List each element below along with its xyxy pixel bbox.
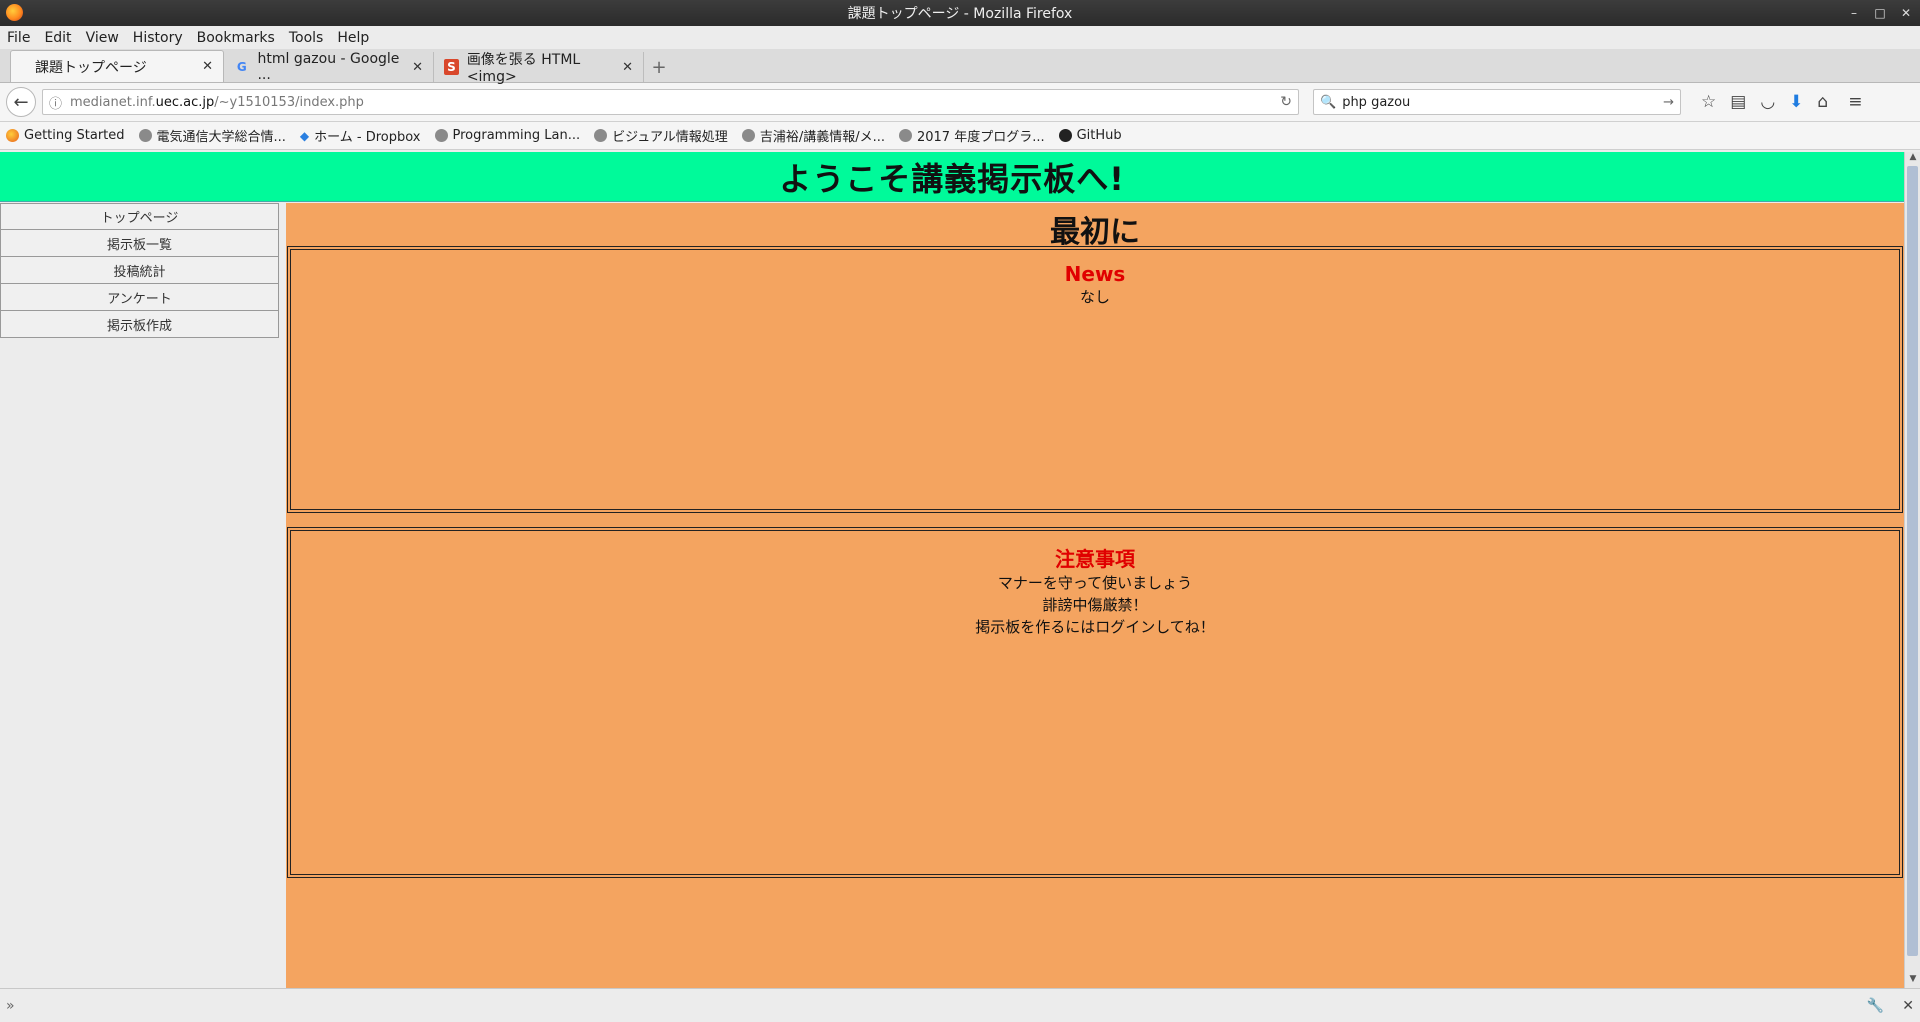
firefox-logo-icon [6, 4, 23, 21]
sidebar-item-survey[interactable]: アンケート [0, 284, 279, 311]
scrollbar-thumb[interactable] [1907, 166, 1918, 956]
window-controls: – □ ✕ [1846, 0, 1914, 26]
tab-label: 画像を張る HTML <img> [466, 52, 581, 85]
sidebar-item-create-board[interactable]: 掲示板作成 [0, 311, 279, 338]
menu-history[interactable]: History [133, 30, 183, 46]
sidebar-item-stats[interactable]: 投稿統計 [0, 257, 279, 284]
window-title: 課題トップページ - Mozilla Firefox [847, 6, 1073, 22]
tab-img-html[interactable]: S 画像を張る HTML <img> ✕ [434, 52, 644, 85]
news-title: News [1064, 262, 1126, 286]
tab-label: 課題トップページ [35, 59, 147, 76]
scroll-up-icon[interactable]: ▲ [1905, 152, 1920, 166]
tab-close-icon[interactable]: ✕ [202, 59, 213, 74]
sidebar-item-board-list[interactable]: 掲示板一覧 [0, 230, 279, 257]
bookmark-visual[interactable]: ビジュアル情報処理 [594, 126, 728, 145]
hamburger-menu-icon[interactable]: ≡ [1848, 92, 1862, 112]
menu-tools[interactable]: Tools [289, 30, 324, 46]
download-icon[interactable]: ⬇ [1789, 92, 1803, 112]
tab-close-icon[interactable]: ✕ [622, 60, 633, 75]
bookmark-2017[interactable]: 2017 年度プログラ... [898, 126, 1045, 145]
status-bar: » 🔧 ✕ [0, 988, 1920, 1022]
notes-line: マナーを守って使いましょう [997, 574, 1193, 592]
bookmark-programming[interactable]: Programming Lan... [434, 128, 580, 143]
menu-file[interactable]: File [7, 30, 30, 46]
bookmark-star-icon[interactable]: ☆ [1701, 92, 1716, 112]
search-go-icon[interactable]: → [1663, 95, 1674, 110]
close-window-icon[interactable]: ✕ [1898, 6, 1914, 20]
home-icon[interactable]: ⌂ [1817, 92, 1828, 112]
firefox-icon [6, 129, 19, 142]
notes-title: 注意事項 [1055, 547, 1135, 571]
reload-icon[interactable]: ↻ [1280, 94, 1292, 110]
reading-list-icon[interactable]: ▤ [1730, 92, 1746, 112]
page-scrollbar[interactable]: ▲ ▼ [1904, 152, 1920, 988]
main-panel: 最初に News なし 注意事項 マナーを守って使いましょう 誹謗中傷厳禁！ 掲… [286, 203, 1904, 988]
page-title: ようこそ講義掲示板へ! [779, 159, 1125, 198]
globe-icon [898, 129, 912, 142]
news-line: なし [1079, 288, 1110, 306]
sidebar: トップページ 掲示板一覧 投稿統計 アンケート 掲示板作成 [0, 203, 279, 338]
url-text: medianet.inf.uec.ac.jp/~y1510153/index.p… [70, 94, 364, 110]
globe-icon [138, 129, 152, 142]
menu-bookmarks[interactable]: Bookmarks [197, 30, 275, 46]
window-titlebar: 課題トップページ - Mozilla Firefox – □ ✕ [0, 0, 1920, 26]
bookmark-dropbox[interactable]: ◆ ホーム - Dropbox [299, 126, 421, 146]
url-bar[interactable]: ⓘ medianet.inf.uec.ac.jp/~y1510153/index… [42, 89, 1299, 115]
news-box: News なし [287, 246, 1903, 513]
globe-icon [741, 129, 755, 142]
search-icon: 🔍 [1320, 94, 1337, 110]
tab-google-search[interactable]: G html gazou - Google ... ✕ [224, 51, 434, 83]
tab-label: html gazou - Google ... [257, 51, 400, 83]
wrench-icon[interactable]: 🔧 [1867, 998, 1884, 1014]
close-bar-icon[interactable]: ✕ [1902, 998, 1914, 1014]
site-header: ようこそ講義掲示板へ! [0, 152, 1904, 202]
search-value: php gazou [1342, 94, 1411, 110]
bookmarks-toolbar: Getting Started 電気通信大学総合情... ◆ ホーム - Drop… [0, 122, 1920, 150]
bookmark-uec[interactable]: 電気通信大学総合情... [138, 126, 286, 145]
globe-icon [434, 129, 448, 142]
tab-close-icon[interactable]: ✕ [412, 60, 423, 75]
minimize-icon[interactable]: – [1846, 6, 1862, 20]
navigation-bar: ← ⓘ medianet.inf.uec.ac.jp/~y1510153/ind… [0, 83, 1920, 122]
notes-line: 掲示板を作るにはログインしてね！ [975, 618, 1215, 636]
site-favicon-icon: S [444, 59, 459, 75]
google-icon: G [236, 60, 247, 74]
site-info-icon[interactable]: ⓘ [49, 93, 62, 112]
toolbar-icons: ☆ ▤ ◡ ⬇ ⌂ ≡ [1701, 92, 1862, 112]
notes-line: 誹謗中傷厳禁！ [1042, 596, 1148, 614]
maximize-icon[interactable]: □ [1872, 6, 1888, 20]
bookmark-yoshiura[interactable]: 吉浦裕/講義情報/メ... [741, 126, 885, 145]
main-heading: 最初に [1050, 215, 1140, 250]
bookmark-getting-started[interactable]: Getting Started [6, 128, 125, 143]
menu-view[interactable]: View [86, 30, 119, 46]
menu-edit[interactable]: Edit [44, 30, 71, 46]
tab-kadai-top[interactable]: 課題トップページ ✕ [10, 50, 224, 82]
notes-box: 注意事項 マナーを守って使いましょう 誹謗中傷厳禁！ 掲示板を作るにはログインし… [287, 527, 1903, 878]
sidebar-item-top[interactable]: トップページ [0, 203, 279, 230]
menu-help[interactable]: Help [337, 30, 369, 46]
bookmark-github[interactable]: GitHub [1058, 128, 1122, 143]
github-icon [1058, 129, 1072, 142]
dropbox-icon: ◆ [299, 128, 310, 143]
scroll-down-icon[interactable]: ▼ [1905, 974, 1920, 988]
tab-bar: 課題トップページ ✕ G html gazou - Google ... ✕ S… [0, 49, 1920, 85]
back-button[interactable]: ← [6, 87, 36, 117]
new-tab-icon[interactable]: + [644, 52, 674, 82]
page-content: ようこそ講義掲示板へ! トップページ 掲示板一覧 投稿統計 アンケート 掲示板作… [0, 152, 1904, 988]
search-input[interactable]: 🔍 php gazou → [1313, 89, 1681, 115]
menu-bar: File Edit View History Bookmarks Tools H… [0, 26, 1920, 49]
globe-icon [594, 129, 608, 142]
pocket-icon[interactable]: ◡ [1760, 92, 1775, 112]
expand-icon[interactable]: » [6, 998, 15, 1014]
